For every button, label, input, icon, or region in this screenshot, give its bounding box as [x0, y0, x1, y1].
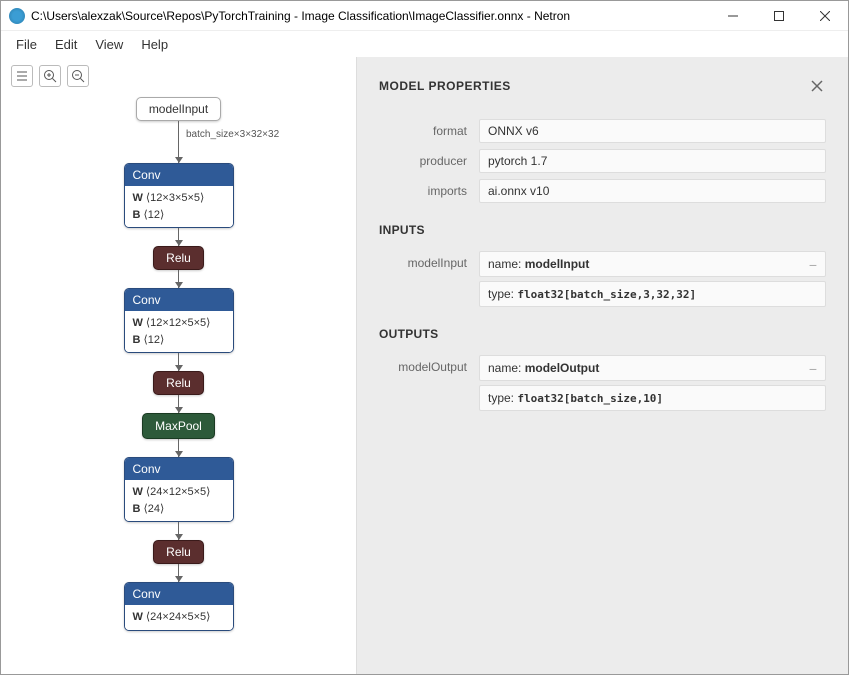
prop-value: pytorch 1.7 — [479, 149, 826, 173]
node-conv-3[interactable]: Conv W⟨24×12×5×5⟩ B⟨24⟩ — [124, 457, 234, 522]
properties-panel: MODEL PROPERTIES format ONNX v6 producer… — [356, 57, 848, 674]
menu-edit[interactable]: Edit — [46, 34, 86, 55]
input-label: modelInput — [379, 251, 479, 270]
panel-title: MODEL PROPERTIES — [379, 79, 511, 93]
outputs-section-title: OUTPUTS — [379, 327, 826, 341]
zoom-in-button[interactable] — [39, 65, 61, 87]
prop-label: imports — [379, 179, 479, 198]
close-button[interactable] — [802, 1, 848, 30]
prop-imports: imports ai.onnx v10 — [379, 179, 826, 203]
node-title: Conv — [125, 583, 233, 605]
node-title: Conv — [125, 289, 233, 311]
menu-help[interactable]: Help — [132, 34, 177, 55]
app-window: C:\Users\alexzak\Source\Repos\PyTorchTra… — [0, 0, 849, 675]
node-conv-4[interactable]: Conv W⟨24×24×5×5⟩ — [124, 582, 234, 631]
graph-toolbar — [11, 65, 89, 87]
minimize-button[interactable] — [710, 1, 756, 30]
node-relu-2[interactable]: Relu — [153, 371, 204, 395]
node-title: Conv — [125, 164, 233, 186]
node-conv-2[interactable]: Conv W⟨12×12×5×5⟩ B⟨12⟩ — [124, 288, 234, 353]
maximize-button[interactable] — [756, 1, 802, 30]
node-params: W⟨12×12×5×5⟩ B⟨12⟩ — [125, 311, 233, 352]
prop-value: ONNX v6 — [479, 119, 826, 143]
graph-canvas[interactable]: modelInput batch_size×3×32×32 Conv W⟨12×… — [1, 57, 356, 674]
output-type-field: type: float32[batch_size,10] — [479, 385, 826, 411]
prop-producer: producer pytorch 1.7 — [379, 149, 826, 173]
collapse-icon[interactable]: − — [809, 361, 817, 377]
zoom-out-button[interactable] — [67, 65, 89, 87]
graph-edge — [178, 228, 179, 246]
inputs-section-title: INPUTS — [379, 223, 826, 237]
menubar: File Edit View Help — [1, 31, 848, 57]
menu-view[interactable]: View — [86, 34, 132, 55]
input-name-field[interactable]: name: modelInput − — [479, 251, 826, 277]
node-relu-3[interactable]: Relu — [153, 540, 204, 564]
node-params: W⟨24×12×5×5⟩ B⟨24⟩ — [125, 480, 233, 521]
node-params: W⟨12×3×5×5⟩ B⟨12⟩ — [125, 186, 233, 227]
node-title: Conv — [125, 458, 233, 480]
output-row: modelOutput name: modelOutput − type: fl… — [379, 355, 826, 411]
graph-edge: batch_size×3×32×32 — [178, 121, 179, 163]
edge-label: batch_size×3×32×32 — [186, 129, 279, 140]
content-area: modelInput batch_size×3×32×32 Conv W⟨12×… — [1, 57, 848, 674]
node-maxpool[interactable]: MaxPool — [142, 413, 215, 439]
model-graph: modelInput batch_size×3×32×32 Conv W⟨12×… — [124, 97, 234, 631]
output-name-field[interactable]: name: modelOutput − — [479, 355, 826, 381]
app-icon — [9, 8, 25, 24]
prop-value: ai.onnx v10 — [479, 179, 826, 203]
graph-edge — [178, 564, 179, 582]
graph-edge — [178, 270, 179, 288]
node-model-input[interactable]: modelInput — [136, 97, 221, 121]
node-relu-1[interactable]: Relu — [153, 246, 204, 270]
sidebar-toggle-button[interactable] — [11, 65, 33, 87]
close-panel-button[interactable] — [808, 77, 826, 95]
node-conv-1[interactable]: Conv W⟨12×3×5×5⟩ B⟨12⟩ — [124, 163, 234, 228]
collapse-icon[interactable]: − — [809, 257, 817, 273]
titlebar: C:\Users\alexzak\Source\Repos\PyTorchTra… — [1, 1, 848, 31]
graph-edge — [178, 395, 179, 413]
graph-edge — [178, 353, 179, 371]
input-type-field: type: float32[batch_size,3,32,32] — [479, 281, 826, 307]
output-label: modelOutput — [379, 355, 479, 374]
node-params: W⟨24×24×5×5⟩ — [125, 605, 233, 630]
prop-format: format ONNX v6 — [379, 119, 826, 143]
menu-file[interactable]: File — [7, 34, 46, 55]
input-row: modelInput name: modelInput − type: floa… — [379, 251, 826, 307]
window-title: C:\Users\alexzak\Source\Repos\PyTorchTra… — [31, 9, 710, 23]
graph-edge — [178, 522, 179, 540]
prop-label: producer — [379, 149, 479, 168]
graph-edge — [178, 439, 179, 457]
window-controls — [710, 1, 848, 30]
prop-label: format — [379, 119, 479, 138]
